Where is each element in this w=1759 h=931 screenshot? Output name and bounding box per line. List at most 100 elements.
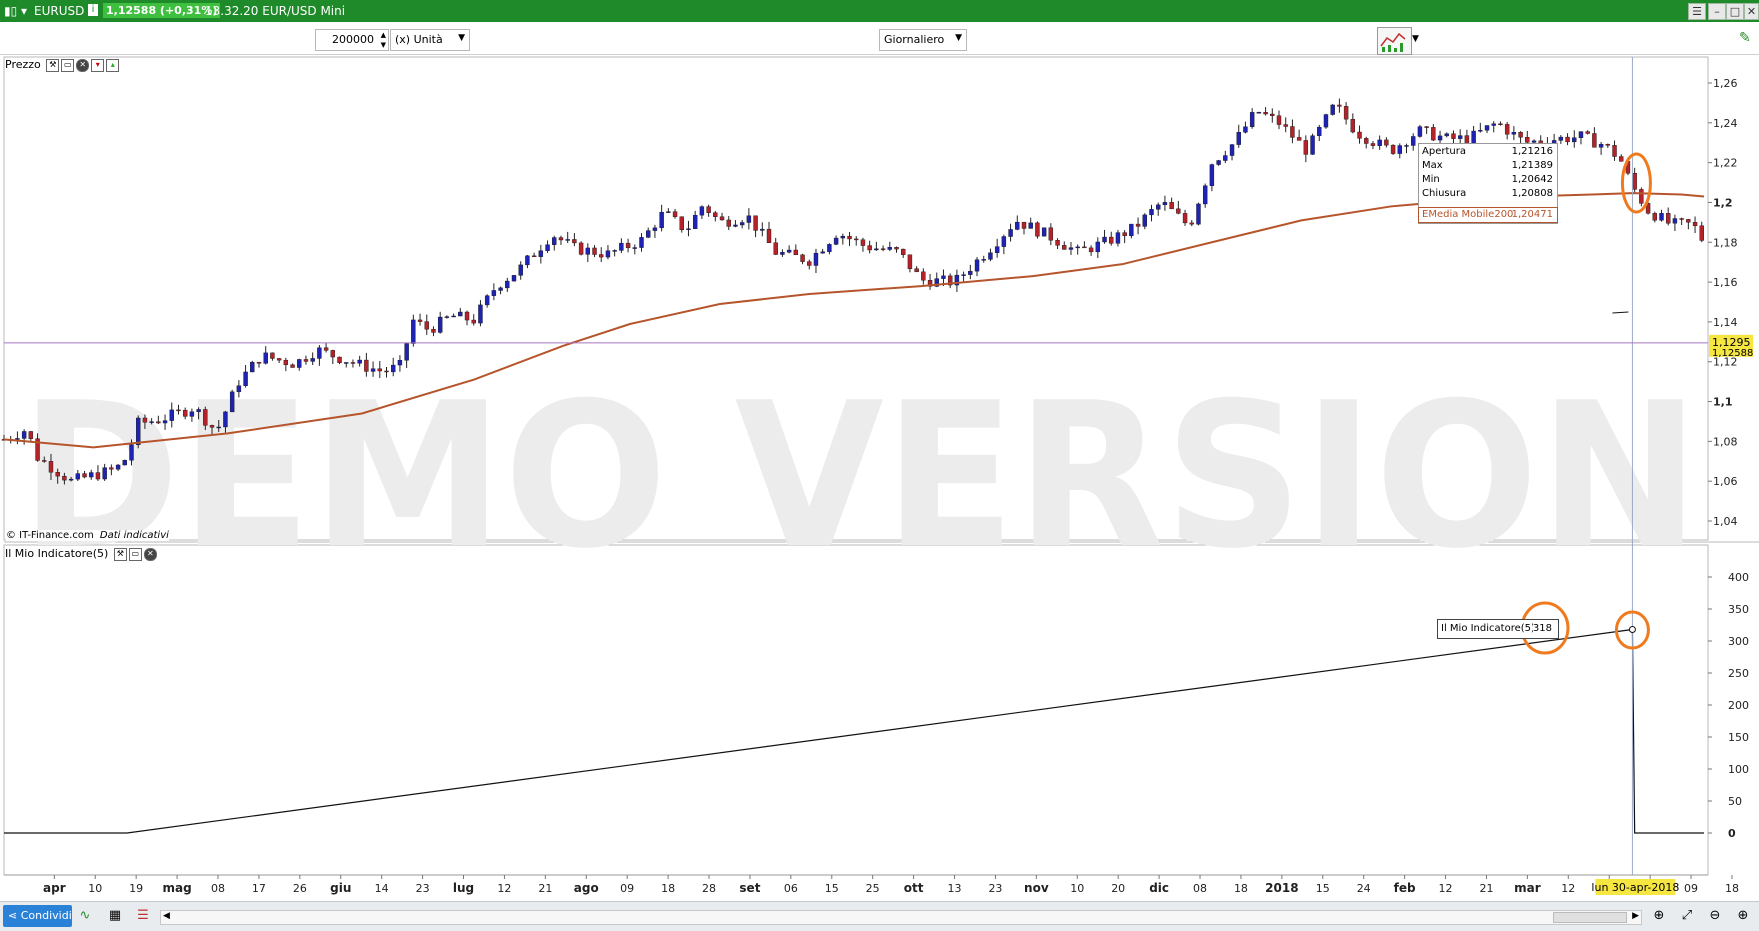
candle-body xyxy=(364,359,369,372)
x-tick-label: set xyxy=(739,881,760,895)
x-tick-label: lug xyxy=(453,881,474,895)
candle-body xyxy=(531,255,537,258)
wrench-icon[interactable]: ⚒ xyxy=(113,547,127,561)
candle-body xyxy=(666,211,671,213)
y-tick-label: 100 xyxy=(1728,763,1749,776)
candle-body xyxy=(377,368,382,372)
candle-body xyxy=(1397,145,1402,154)
candle-body xyxy=(994,246,1000,253)
x-tick-label: 14 xyxy=(375,882,389,895)
scroll-thumb[interactable] xyxy=(1553,912,1627,923)
candle-body xyxy=(1062,245,1067,250)
wrench-icon[interactable]: ⚒ xyxy=(46,58,60,72)
candle-body xyxy=(1518,132,1523,138)
horizontal-scrollbar[interactable]: ◀ ▶ xyxy=(160,910,1642,925)
candle-body xyxy=(545,244,550,251)
crosshair-icon[interactable]: ⊕ xyxy=(1650,907,1668,925)
candle-body xyxy=(263,352,268,364)
candle-body xyxy=(256,361,262,364)
candle-body xyxy=(62,475,67,481)
candle-body xyxy=(726,219,731,227)
candle-body xyxy=(1008,229,1013,237)
window-icon[interactable]: ▭ xyxy=(128,547,142,561)
chart-svg[interactable]: DEMO VERSION 1,261,241,221,21,181,161,14… xyxy=(0,0,1759,930)
candle-body xyxy=(773,242,778,255)
candle-body xyxy=(974,259,980,272)
candle-body xyxy=(129,444,134,461)
x-tick-label: apr xyxy=(43,881,66,895)
candle-body xyxy=(753,215,758,231)
demo-watermark: DEMO VERSION xyxy=(20,360,1700,593)
candle-body xyxy=(1323,114,1329,128)
candle-body xyxy=(1578,131,1584,138)
x-tick-label: mar xyxy=(1514,881,1541,895)
window-icon[interactable]: ▭ xyxy=(61,58,75,72)
candle-body xyxy=(431,329,436,333)
indicators-icon[interactable]: ∿ xyxy=(76,907,94,925)
candle-body xyxy=(236,385,242,393)
copyright-note: © IT-Finance.com Dati indicativi xyxy=(6,530,169,541)
list-icon[interactable]: ☰ xyxy=(134,907,152,925)
candle-body xyxy=(1129,223,1134,236)
bottom-bar: ⋖ Condividi ∿ ▦ ☰ ◀ ▶ ⊕ ⤢ ⊖ ⊕ xyxy=(0,901,1759,931)
share-button[interactable]: ⋖ Condividi xyxy=(3,905,72,927)
candle-body xyxy=(1202,185,1208,205)
candle-body xyxy=(1169,202,1174,210)
candle-body xyxy=(323,347,329,351)
candle-body xyxy=(1337,104,1342,107)
x-tick-label: 18 xyxy=(1725,882,1739,895)
tooltip-label: Apertura xyxy=(1422,146,1466,157)
candle-body xyxy=(102,467,107,480)
candle-body xyxy=(223,411,228,428)
tooltip-label: Min xyxy=(1422,174,1440,185)
candle-body xyxy=(451,315,456,318)
candle-body xyxy=(733,224,738,227)
candle-body xyxy=(1484,125,1490,131)
candle-body xyxy=(317,347,322,359)
x-tick-label: 21 xyxy=(1479,882,1493,895)
y-tick-label: 1,26 xyxy=(1713,77,1738,90)
candle-body xyxy=(867,245,872,251)
scroll-right-icon[interactable]: ▶ xyxy=(1632,911,1639,921)
candle-body xyxy=(558,237,564,241)
candle-body xyxy=(115,464,121,470)
candle-body xyxy=(988,252,993,260)
zoom-in-icon[interactable]: ⊕ xyxy=(1734,907,1752,925)
scroll-left-icon[interactable]: ◀ xyxy=(163,911,170,921)
candle-body xyxy=(1196,203,1201,225)
candle-body xyxy=(417,319,423,322)
close-icon[interactable]: ✕ xyxy=(143,547,157,561)
candle-body xyxy=(713,212,718,217)
y-tick-label: 1,04 xyxy=(1713,515,1738,528)
candle-body xyxy=(739,222,745,226)
candle-body xyxy=(350,362,356,364)
candle-body xyxy=(391,364,396,373)
x-tick-label: 09 xyxy=(620,882,634,895)
calculator-icon[interactable]: ▦ xyxy=(106,907,124,925)
candle-body xyxy=(719,216,725,221)
close-icon[interactable]: ✕ xyxy=(76,58,90,72)
candle-body xyxy=(55,472,60,477)
add-panel-icon[interactable]: ▴ xyxy=(106,58,120,72)
tooltip-value: 1,21216 xyxy=(1511,146,1553,157)
x-tick-label: 10 xyxy=(1070,882,1084,895)
candle-body xyxy=(1276,115,1282,125)
candle-body xyxy=(800,254,805,262)
candle-body xyxy=(498,287,503,291)
candle-body xyxy=(162,420,168,424)
last-price-label: 1,12588 xyxy=(1712,348,1753,359)
candle-body xyxy=(42,460,47,462)
candle-body xyxy=(1068,247,1074,250)
x-tick-label: 18 xyxy=(661,882,675,895)
candle-body xyxy=(1686,219,1691,223)
remove-panel-icon[interactable]: ▾ xyxy=(91,58,105,72)
y-tick-label: 1,08 xyxy=(1713,435,1738,448)
cursor-date-label: lun 30-apr-2018 xyxy=(1591,881,1679,894)
zoom-out-icon[interactable]: ⊖ xyxy=(1706,907,1724,925)
candle-body xyxy=(1592,133,1597,148)
candle-body xyxy=(444,316,450,318)
candle-body xyxy=(813,252,819,266)
candle-body xyxy=(1055,240,1060,246)
x-tick-label: 2018 xyxy=(1265,881,1298,895)
zoom-fit-icon[interactable]: ⤢ xyxy=(1678,907,1696,925)
